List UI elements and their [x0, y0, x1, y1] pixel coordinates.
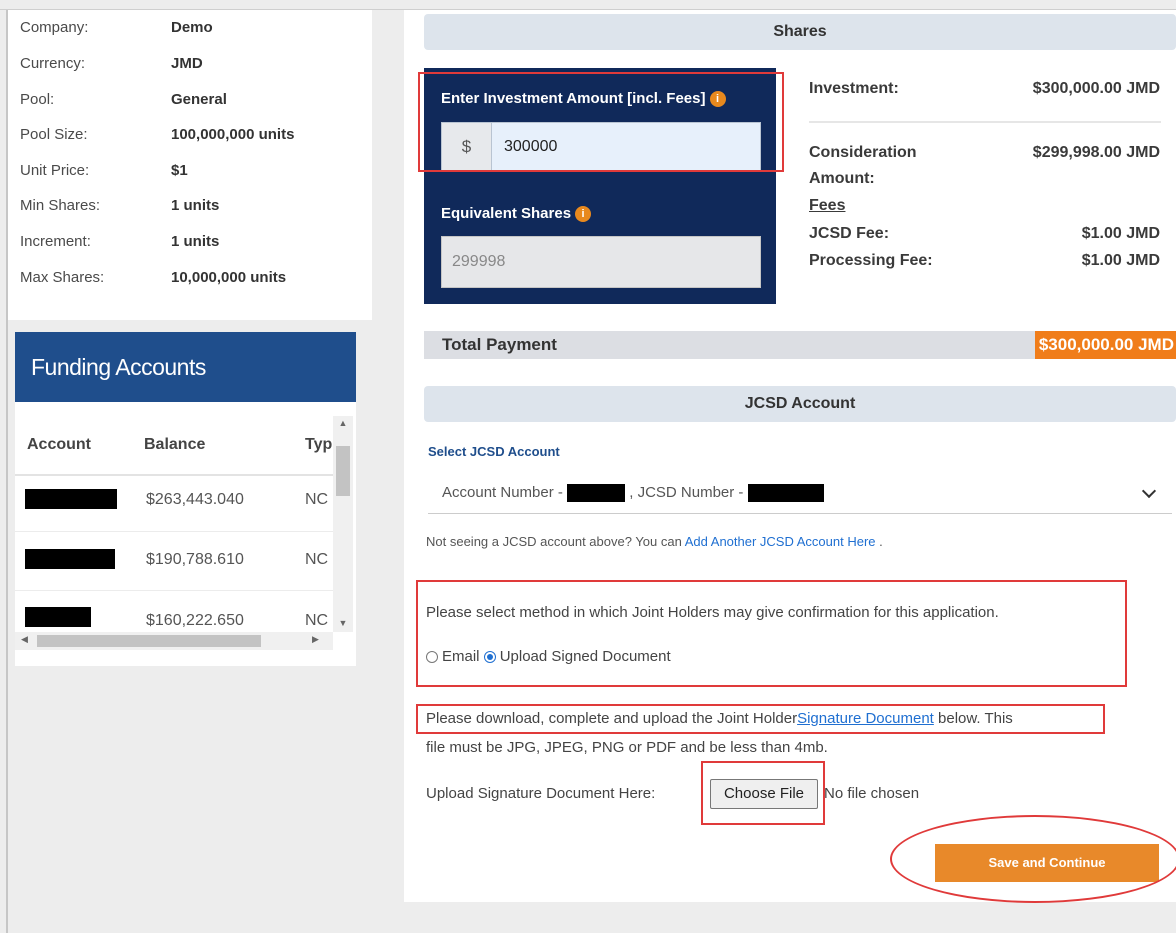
download-instructions-line2: file must be JPG, JPEG, PNG or PDF and b… [426, 739, 828, 756]
info-value: 10,000,000 units [171, 269, 287, 286]
jcsd-number-prefix: , JCSD Number - [629, 484, 744, 501]
jcsd-account-select[interactable]: Account Number - , JCSD Number - [428, 472, 1172, 514]
info-icon[interactable]: i [575, 206, 592, 223]
table-header-divider [15, 474, 333, 476]
info-value: General [171, 91, 227, 108]
equivalent-shares-field: 299998 [441, 236, 761, 288]
scroll-left-arrow-icon[interactable]: ◀ [21, 634, 28, 645]
jcsd-section-header: JCSD Account [424, 386, 1176, 422]
signature-document-link[interactable]: Signature Document [797, 710, 934, 727]
equivalent-shares-label: Equivalent Shares i [441, 205, 592, 223]
investment-summary-value: $300,000.00 JMD [1032, 80, 1160, 97]
info-value: 100,000,000 units [171, 126, 295, 143]
radio-upload-signed-document[interactable] [483, 651, 496, 664]
download-instructions-line1: Please download, complete and upload the… [426, 710, 1013, 727]
investment-summary-label: Investment: [809, 80, 899, 97]
application-form-panel: Shares Enter Investment Amount [incl. Fe… [404, 10, 1176, 902]
info-label: Min Shares: [20, 197, 101, 214]
column-header-type[interactable]: Typ [305, 436, 332, 454]
info-value: 1 units [171, 197, 220, 214]
annotation-highlight-confirmation [416, 580, 1127, 687]
info-label: Unit Price: [20, 162, 90, 179]
processing-fee-value: $1.00 JMD [1081, 252, 1160, 269]
type-cell: NC [305, 491, 329, 508]
summary-divider [809, 121, 1161, 123]
total-payment-label: Total Payment [442, 335, 557, 354]
upload-signature-label: Upload Signature Document Here: [426, 785, 656, 802]
redacted-account-number [25, 607, 91, 627]
balance-cell: $160,222.650 [146, 612, 244, 629]
funding-table-viewport: Account Balance Typ $263,443.040 NC $190… [15, 416, 333, 650]
select-jcsd-account-label: Select JCSD Account [428, 444, 560, 459]
vertical-scrollbar[interactable]: ▲ ▼ [333, 416, 353, 632]
consideration-label-line1: Consideration [809, 144, 917, 161]
redacted-account-number [25, 549, 115, 569]
info-label: Pool Size: [20, 126, 88, 143]
download-text-after-link: below. [938, 710, 981, 727]
type-cell: NC [305, 612, 329, 629]
redacted-account-number [567, 484, 626, 503]
total-payment-value: $300,000.00 JMD [1034, 331, 1176, 359]
balance-cell: $263,443.040 [146, 491, 244, 508]
info-label: Max Shares: [20, 269, 105, 286]
funding-accounts-header: Funding Accounts [15, 332, 356, 402]
row-divider [15, 531, 333, 532]
funding-accounts-table: Account Balance Typ $263,443.040 NC $190… [15, 402, 356, 666]
redacted-account-number [25, 489, 117, 509]
equivalent-shares-value: 299998 [452, 253, 506, 270]
confirmation-method-options: Email Upload Signed Document [426, 648, 671, 665]
column-header-account[interactable]: Account [27, 436, 91, 454]
radio-upload-label[interactable]: Upload Signed Document [500, 648, 671, 665]
total-payment-bar: Total Payment $300,000.00 JMD [424, 331, 1176, 359]
consideration-value: $299,998.00 JMD [1032, 144, 1160, 161]
info-value: Demo [171, 19, 213, 36]
info-label: Pool: [20, 91, 55, 108]
balance-cell: $190,788.610 [146, 551, 244, 568]
radio-email-label[interactable]: Email [442, 648, 480, 665]
no-file-chosen-text: No file chosen [824, 785, 920, 802]
info-label: Increment: [20, 233, 91, 250]
offering-info-panel: Company: Demo Currency: JMD Pool: Genera… [8, 10, 372, 320]
annotation-highlight-choose-file [701, 761, 825, 825]
annotation-circle-save-button [890, 815, 1176, 903]
jcsd-fee-label: JCSD Fee: [809, 225, 890, 242]
download-text-tail: This [984, 710, 1013, 727]
jcsd-fee-value: $1.00 JMD [1081, 225, 1160, 242]
account-number-prefix: Account Number - [442, 484, 563, 501]
processing-fee-label: Processing Fee: [809, 252, 933, 269]
scroll-down-arrow-icon[interactable]: ▼ [333, 618, 353, 628]
redacted-jcsd-number [747, 484, 824, 503]
column-header-balance[interactable]: Balance [144, 436, 205, 454]
consideration-label-line2: Amount: [809, 170, 875, 187]
confirmation-method-prompt: Please select method in which Joint Hold… [426, 604, 999, 621]
add-jcsd-hint: Not seeing a JCSD account above? You can… [426, 534, 883, 549]
info-value: 1 units [171, 233, 220, 250]
type-cell: NC [305, 551, 329, 568]
scroll-up-arrow-icon[interactable]: ▲ [333, 418, 353, 428]
radio-email[interactable] [426, 651, 438, 664]
info-label: Company: [20, 19, 89, 36]
info-label: Currency: [20, 55, 86, 72]
annotation-highlight-investment [418, 72, 784, 172]
scroll-right-arrow-icon[interactable]: ▶ [312, 634, 319, 645]
chevron-down-icon[interactable] [1141, 483, 1157, 499]
equivalent-shares-label-text: Equivalent Shares [441, 205, 572, 222]
download-text: Please download, complete and upload the… [426, 710, 798, 727]
add-jcsd-account-link[interactable]: Add Another JCSD Account Here [685, 534, 876, 549]
shares-section-header: Shares [424, 14, 1176, 50]
row-divider [15, 590, 333, 591]
info-value: $1 [171, 162, 188, 179]
horizontal-scrollbar[interactable]: ◀ ▶ [15, 632, 333, 650]
info-value: JMD [171, 55, 203, 72]
hint-text: Not seeing a JCSD account above? You can [426, 534, 682, 549]
fees-link[interactable]: Fees [809, 197, 845, 215]
hint-end: . [879, 534, 883, 549]
horizontal-scroll-thumb[interactable] [37, 635, 261, 647]
jcsd-account-selected-value: Account Number - , JCSD Number - [442, 484, 824, 503]
page-top-edge [0, 0, 1176, 10]
vertical-scroll-thumb[interactable] [336, 446, 350, 496]
